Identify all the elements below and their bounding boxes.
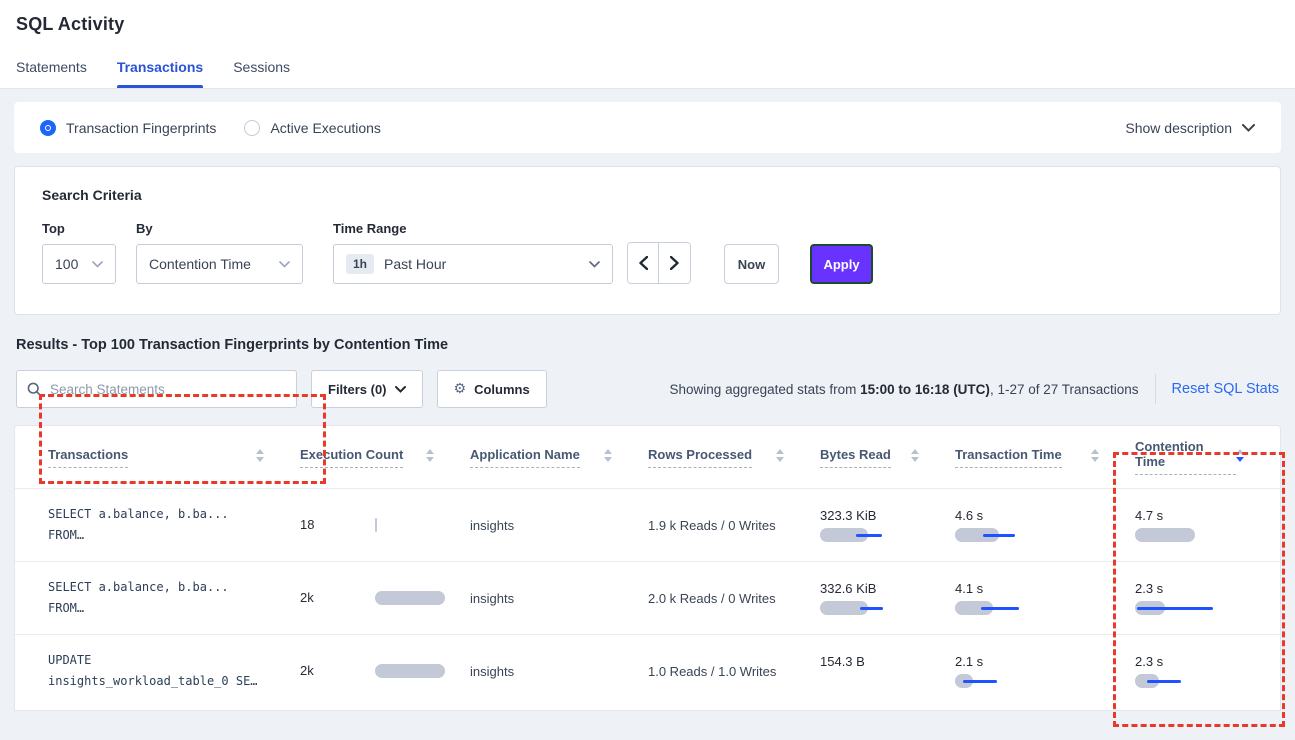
reset-sql-stats-link[interactable]: Reset SQL Stats [1172,381,1279,397]
time-range-select[interactable]: 1h Past Hour [333,244,613,284]
transaction-time-cell: 4.6 s [955,508,1135,542]
by-select-value: Contention Time [149,256,279,272]
contention-time-cell: 2.3 s [1135,581,1280,615]
application-name-cell: insights [470,518,648,533]
top-label: Top [42,221,116,236]
chevron-right-icon [670,256,679,270]
execution-count-cell: 2k [300,664,470,678]
time-step-group [627,242,691,284]
transaction-time-cell: 2.1 s [955,654,1135,688]
by-label: By [136,221,303,236]
column-header-bytes-read[interactable]: Bytes Read [820,447,955,468]
bytes-read-cell: 154.3 B [820,654,955,688]
top-select[interactable]: 100 [42,244,116,284]
sort-icon[interactable] [256,449,264,462]
rows-processed-cell: 1.9 k Reads / 0 Writes [648,518,820,533]
page-title: SQL Activity [16,14,1279,35]
execution-count-cell: 18 [300,518,470,532]
search-criteria-card: Search Criteria Top 100 By Contention Ti… [14,166,1281,315]
chevron-down-icon [589,261,600,268]
gear-icon: ⚙ [454,381,467,397]
table-toolbar: Filters (0) ⚙ Columns Showing aggregated… [16,370,1279,408]
sort-icon[interactable] [1236,449,1244,462]
time-range-label: Time Range [333,221,613,236]
show-description-toggle[interactable]: Show description [1125,120,1255,136]
columns-label: Columns [474,382,530,397]
sort-icon[interactable] [604,449,612,462]
next-time-button[interactable] [659,243,690,283]
sort-icon[interactable] [426,449,434,462]
aggregated-stats-text: Showing aggregated stats from 15:00 to 1… [670,382,1139,397]
previous-time-button[interactable] [628,243,659,283]
tab-sessions[interactable]: Sessions [233,59,290,88]
transaction-time-cell: 4.1 s [955,581,1135,615]
column-header-execution-count[interactable]: Execution Count [300,447,470,468]
table-row: SELECT a.balance, b.ba...FROM… 2k insigh… [15,561,1280,634]
chevron-down-icon [1242,124,1255,132]
chevron-down-icon [92,261,103,268]
search-icon [27,382,42,397]
search-criteria-heading: Search Criteria [42,187,1253,203]
results-heading: Results - Top 100 Transaction Fingerprin… [16,337,1279,353]
bytes-read-cell: 332.6 KiB [820,581,955,615]
transaction-fingerprint-link[interactable]: UPDATEinsights_workload_table_0 SE… [48,650,300,692]
radio-option-active-executions[interactable]: Active Executions [244,120,381,136]
application-name-cell: insights [470,664,648,679]
transaction-fingerprint-link[interactable]: SELECT a.balance, b.ba...FROM… [48,504,300,546]
filters-label: Filters (0) [328,382,387,397]
now-button[interactable]: Now [724,244,779,284]
chevron-down-icon [279,261,290,268]
column-header-rows-processed[interactable]: Rows Processed [648,447,820,468]
time-range-value: Past Hour [384,256,589,272]
stats-area: Showing aggregated stats from 15:00 to 1… [670,374,1279,404]
view-toggle: Transaction Fingerprints Active Executio… [40,120,409,136]
rows-processed-cell: 2.0 k Reads / 0 Writes [648,591,820,606]
sort-icon[interactable] [911,449,919,462]
tab-transactions[interactable]: Transactions [117,59,203,88]
columns-button[interactable]: ⚙ Columns [437,370,547,408]
column-header-contention-time[interactable]: Contention Time [1135,439,1280,475]
bytes-read-cell: 323.3 KiB [820,508,955,542]
transactions-table: Transactions Execution Count Application… [14,425,1281,711]
radio-icon [244,120,260,136]
column-header-transaction-time[interactable]: Transaction Time [955,447,1135,468]
radio-icon [40,120,56,136]
sort-icon[interactable] [776,449,784,462]
radio-label: Active Executions [270,120,381,136]
filters-button[interactable]: Filters (0) [311,370,423,408]
show-description-label: Show description [1125,120,1232,136]
search-statements-input[interactable] [50,382,286,397]
application-name-cell: insights [470,591,648,606]
search-statements-field[interactable] [16,370,297,408]
view-toggle-bar: Transaction Fingerprints Active Executio… [14,102,1281,153]
divider [1155,374,1156,404]
tab-statements[interactable]: Statements [16,59,87,88]
sort-icon[interactable] [1091,449,1099,462]
table-row: SELECT a.balance, b.ba...FROM… 18 insigh… [15,488,1280,561]
chevron-left-icon [639,256,648,270]
chevron-down-icon [395,386,406,393]
contention-time-cell: 2.3 s [1135,654,1280,688]
table-row: UPDATEinsights_workload_table_0 SE… 2k i… [15,634,1280,707]
column-header-application-name[interactable]: Application Name [470,447,648,468]
by-select[interactable]: Contention Time [136,244,303,284]
apply-button[interactable]: Apply [810,244,873,284]
radio-label: Transaction Fingerprints [66,120,216,136]
radio-option-transaction-fingerprints[interactable]: Transaction Fingerprints [40,120,216,136]
page-header: SQL Activity Statements Transactions Sessi… [0,0,1295,89]
table-header-row: Transactions Execution Count Application… [15,426,1280,488]
rows-processed-cell: 1.0 Reads / 1.0 Writes [648,664,820,679]
execution-count-cell: 2k [300,591,470,605]
table-body: SELECT a.balance, b.ba...FROM… 18 insigh… [15,488,1280,707]
top-select-value: 100 [55,256,92,272]
transaction-fingerprint-link[interactable]: SELECT a.balance, b.ba...FROM… [48,577,300,619]
tab-bar: Statements Transactions Sessions [16,59,1279,88]
time-range-badge: 1h [346,254,374,274]
contention-time-cell: 4.7 s [1135,508,1280,542]
column-header-transactions[interactable]: Transactions [48,447,300,468]
